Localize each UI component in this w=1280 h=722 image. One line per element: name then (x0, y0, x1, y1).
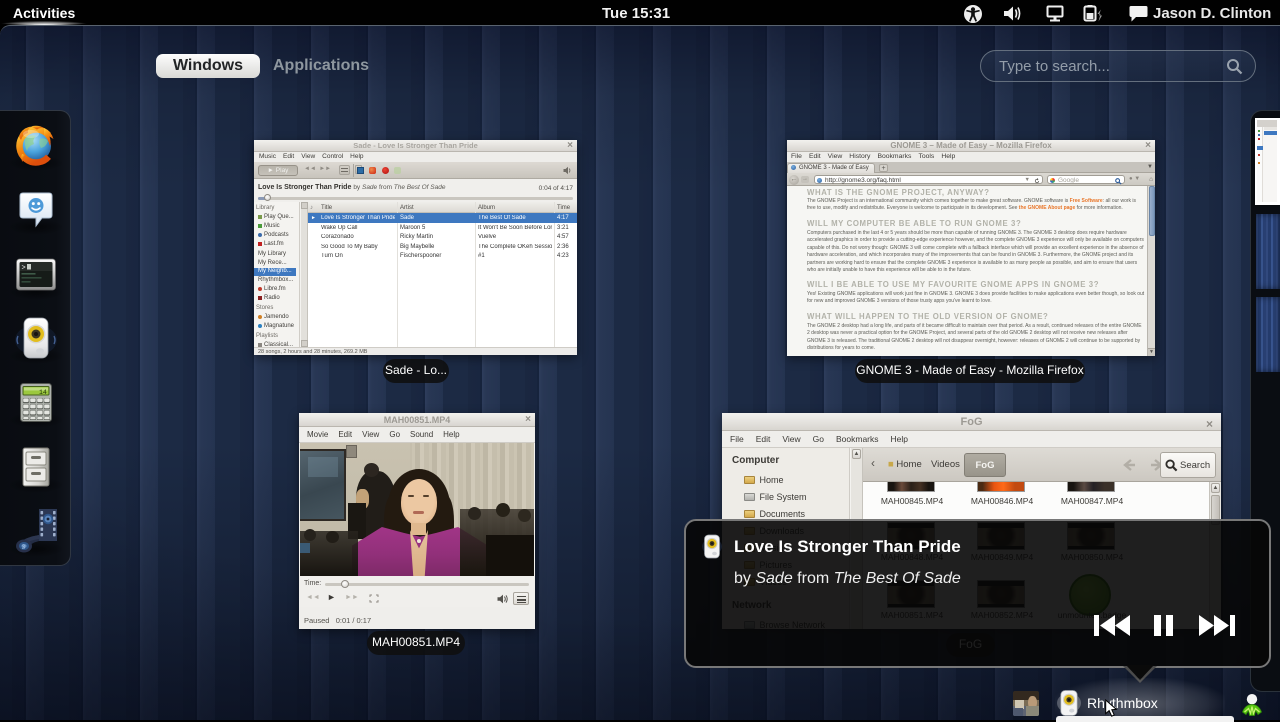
svg-text:>: > (22, 265, 26, 273)
svg-text:14: 14 (39, 389, 47, 396)
